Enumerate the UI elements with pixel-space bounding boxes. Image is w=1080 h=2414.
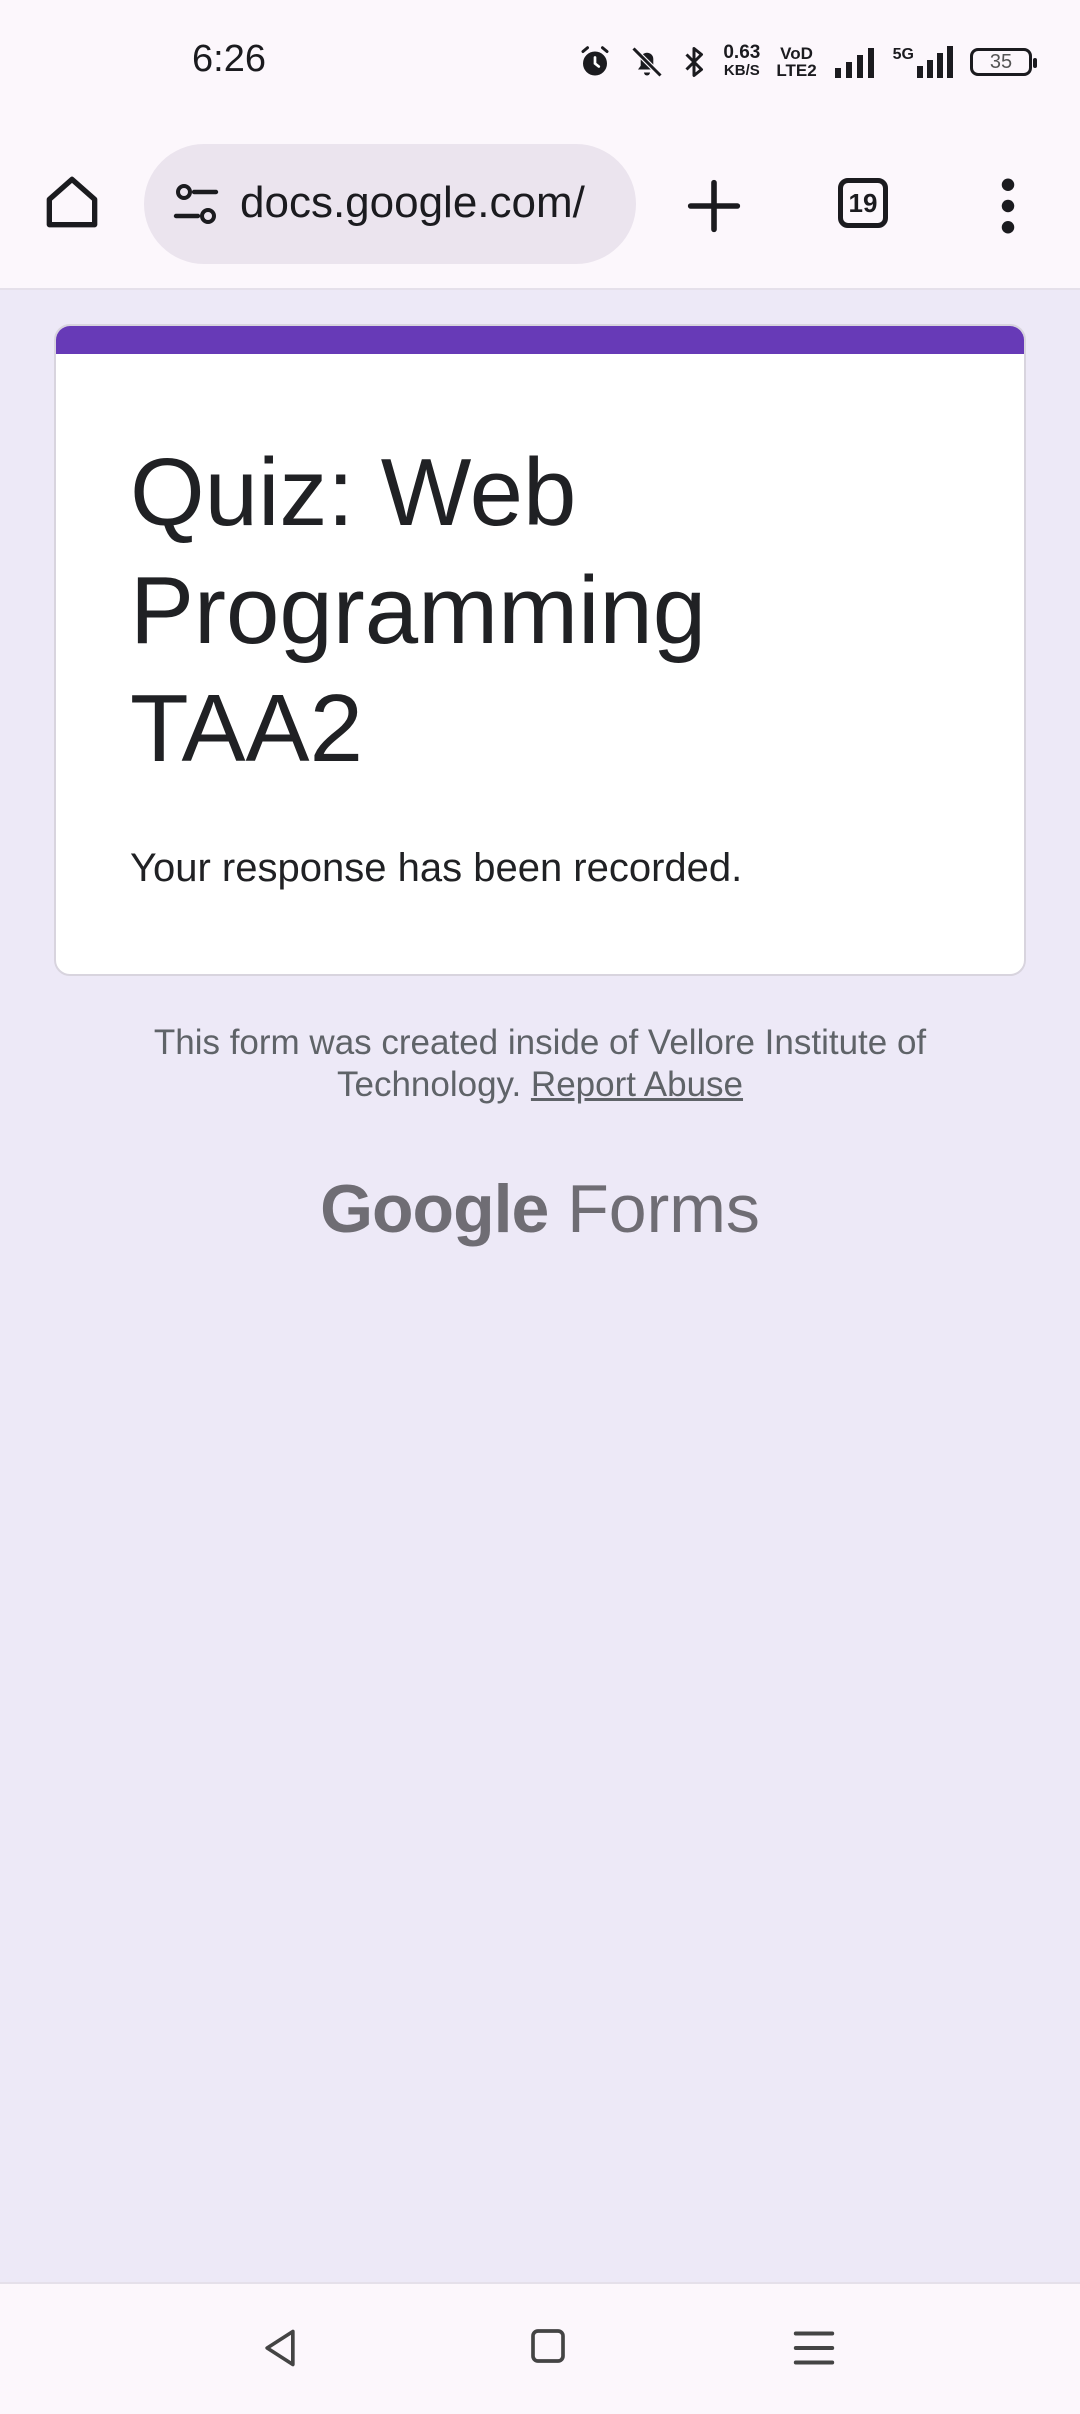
url-text[interactable]: docs.google.com/ [240, 178, 585, 228]
signal-5g-icon [917, 46, 953, 78]
browser-toolbar: docs.google.com/ 19 [0, 124, 1080, 290]
confirmation-message: Your response has been recorded. [130, 846, 743, 890]
net-speed-unit: KB/S [723, 62, 760, 79]
back-icon[interactable] [258, 2326, 302, 2370]
volte-line1: VoD [780, 44, 813, 63]
volte-line2: LTE2 [776, 61, 817, 80]
home-icon[interactable] [40, 170, 104, 234]
signal-5g: 5G [893, 46, 954, 78]
footer-note: This form was created inside of Vellore … [100, 1022, 980, 1106]
system-nav-bar [0, 2282, 1080, 2414]
status-icons: 0.63 KB/S VoD LTE2 5G 35 [577, 36, 1037, 88]
form-title: Quiz: Web Programming TAA2 [130, 439, 707, 782]
status-bar: 6:26 0.63 KB/S VoD LTE2 5G 35 [0, 0, 1080, 124]
card-accent-bar [56, 326, 1024, 354]
status-time: 6:26 [192, 38, 266, 80]
more-menu-icon[interactable] [990, 176, 1026, 236]
net-speed-value: 0.63 [723, 42, 761, 63]
brand-forms: Forms [567, 1171, 760, 1247]
new-tab-icon[interactable] [686, 178, 742, 234]
form-card: Quiz: Web Programming TAA2 Your response… [54, 324, 1026, 976]
recents-icon[interactable] [792, 2328, 836, 2368]
tab-switcher-button[interactable]: 19 [838, 178, 888, 228]
signal-icon [834, 48, 874, 78]
site-settings-icon[interactable] [172, 182, 220, 226]
url-bar[interactable]: docs.google.com/ [144, 144, 636, 264]
bluetooth-icon [685, 47, 704, 77]
report-abuse-link[interactable]: Report Abuse [531, 1065, 743, 1104]
net-speed: 0.63 KB/S [723, 42, 761, 80]
volte-indicator: VoD LTE2 [776, 45, 816, 79]
battery-level: 35 [989, 50, 1013, 73]
muted-bell-icon [632, 46, 663, 78]
alarm-icon [581, 46, 609, 76]
google-forms-logo[interactable]: Google Forms [0, 1170, 1080, 1248]
network-type-label: 5G [892, 46, 914, 63]
tab-count: 19 [848, 187, 878, 218]
home-nav-icon[interactable] [528, 2326, 568, 2366]
brand-google: Google [320, 1171, 549, 1247]
battery-icon: 35 [970, 48, 1037, 76]
